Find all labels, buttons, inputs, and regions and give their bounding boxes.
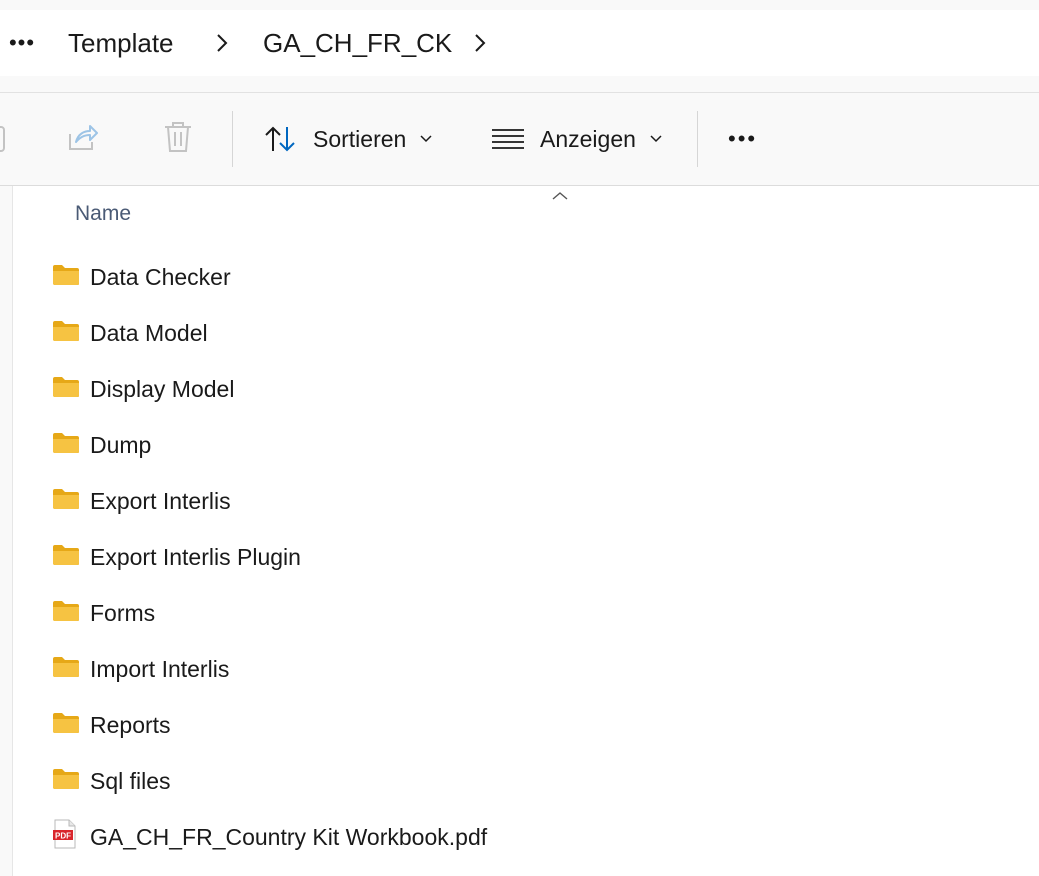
file-name: Data Checker — [90, 263, 231, 290]
folder-row[interactable]: Export Interlis — [0, 473, 1039, 529]
pdf-file-icon: PDF — [52, 819, 80, 849]
breadcrumb-item-template[interactable]: Template — [68, 10, 174, 76]
folder-row[interactable]: Display Model — [0, 361, 1039, 417]
file-list-pane: Name Data Checker Data Model Display Mod… — [0, 186, 1039, 876]
file-name: Import Interlis — [90, 655, 230, 682]
rename-button[interactable] — [0, 93, 10, 185]
file-name: Display Model — [90, 375, 235, 402]
folder-row[interactable]: Import Interlis — [0, 641, 1039, 697]
breadcrumb: ••• Template GA_CH_FR_CK — [0, 10, 1039, 76]
folder-icon — [52, 655, 80, 679]
view-button[interactable]: Anzeigen — [491, 93, 662, 185]
folder-icon — [52, 599, 80, 623]
chevron-down-icon — [650, 135, 662, 143]
file-list: Data Checker Data Model Display Model Du… — [0, 249, 1039, 865]
folder-row[interactable]: Sql files — [0, 753, 1039, 809]
folder-icon — [52, 543, 80, 567]
sort-ascending-icon — [551, 188, 569, 200]
file-name: GA_CH_FR_Country Kit Workbook.pdf — [90, 823, 488, 850]
trash-icon — [162, 120, 194, 159]
sort-label: Sortieren — [313, 125, 407, 152]
breadcrumb-more-button[interactable]: ••• — [8, 10, 36, 76]
folder-row[interactable]: Forms — [0, 585, 1039, 641]
file-name: Sql files — [90, 767, 171, 794]
folder-row[interactable]: Export Interlis Plugin — [0, 529, 1039, 585]
toolbar-divider — [232, 111, 233, 167]
file-explorer-window: ••• Template GA_CH_FR_CK Sortieren Anzei… — [0, 0, 1039, 876]
folder-row[interactable]: Data Model — [0, 305, 1039, 361]
folder-icon — [52, 767, 80, 791]
share-button[interactable] — [66, 93, 102, 185]
folder-row[interactable]: Data Checker — [0, 249, 1039, 305]
folder-row[interactable]: Reports — [0, 697, 1039, 753]
chevron-down-icon — [420, 135, 432, 143]
view-label: Anzeigen — [540, 125, 636, 152]
file-name: Export Interlis — [90, 487, 231, 514]
sort-arrows-icon — [263, 124, 299, 154]
folder-icon — [52, 431, 80, 455]
folder-icon — [52, 319, 80, 343]
address-bar: ••• Template GA_CH_FR_CK — [0, 0, 1039, 93]
pdf-badge: PDF — [55, 832, 71, 841]
file-name: Data Model — [90, 319, 208, 346]
share-icon — [66, 120, 100, 159]
command-bar: Sortieren Anzeigen ••• — [0, 93, 1039, 186]
breadcrumb-chevron-right-icon[interactable] — [470, 10, 490, 76]
file-name: Dump — [90, 431, 152, 458]
breadcrumb-chevron-right-icon[interactable] — [212, 10, 232, 76]
toolbar-divider — [697, 111, 698, 167]
column-header-name[interactable]: Name — [75, 202, 131, 226]
more-options-button[interactable]: ••• — [728, 93, 757, 185]
file-row[interactable]: PDF GA_CH_FR_Country Kit Workbook.pdf — [0, 809, 1039, 865]
folder-icon — [52, 711, 80, 735]
file-name: Export Interlis Plugin — [90, 543, 301, 570]
delete-button[interactable] — [162, 93, 196, 185]
file-name: Reports — [90, 711, 171, 738]
sort-button[interactable]: Sortieren — [263, 93, 432, 185]
file-name: Forms — [90, 599, 156, 626]
list-view-icon — [491, 127, 525, 151]
folder-icon — [52, 375, 80, 399]
folder-icon — [52, 487, 80, 511]
breadcrumb-item-current[interactable]: GA_CH_FR_CK — [263, 10, 452, 76]
folder-row[interactable]: Dump — [0, 417, 1039, 473]
folder-icon — [52, 263, 80, 287]
